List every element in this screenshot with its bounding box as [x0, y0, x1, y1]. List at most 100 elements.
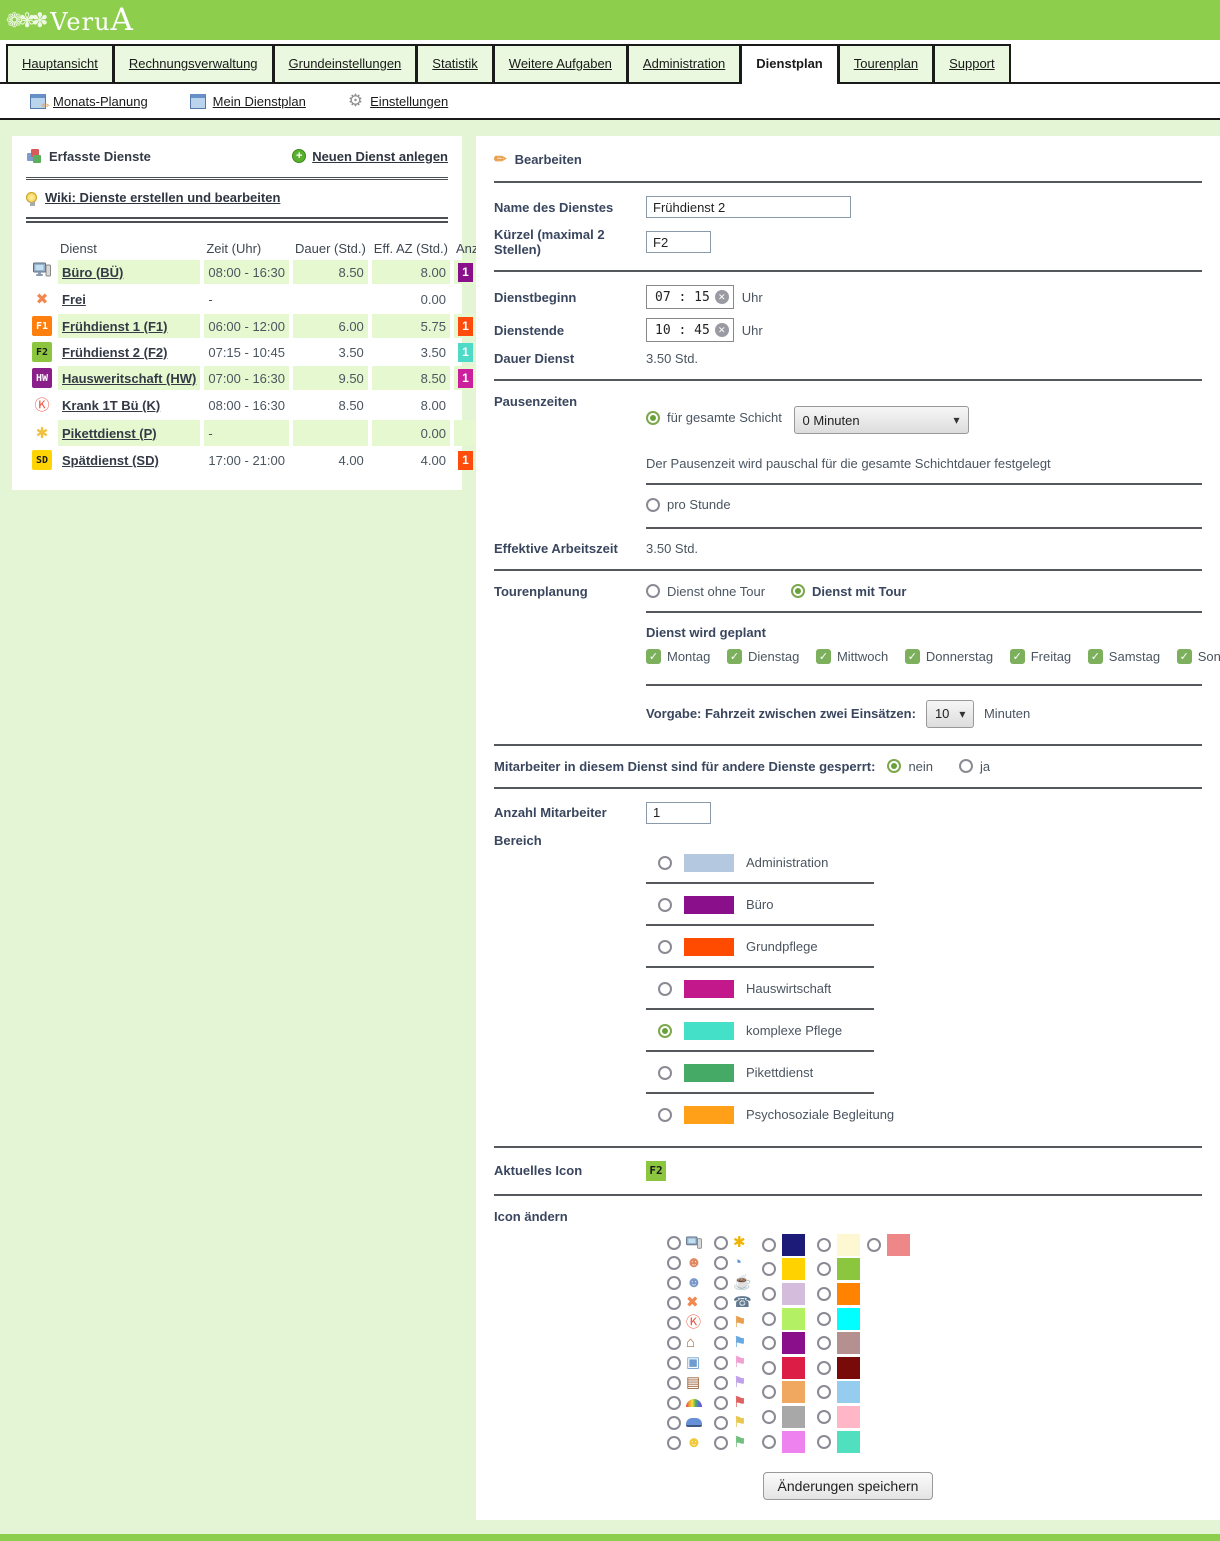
subnav-einstellungen[interactable]: ⚙ Einstellungen: [348, 91, 448, 111]
radio-gesperrt-nein[interactable]: nein: [887, 759, 933, 774]
bereich-option-buero[interactable]: Büro: [658, 892, 1202, 918]
service-link[interactable]: Frühdienst 1 (F1): [62, 319, 167, 334]
icon-option-flag-violet[interactable]: ⚑: [714, 1373, 762, 1393]
checkbox-sonntag[interactable]: ✓Sonntag: [1177, 649, 1220, 664]
checkbox-freitag[interactable]: ✓Freitag: [1010, 649, 1071, 664]
icon-option-flag-blue[interactable]: ⚑: [714, 1333, 762, 1353]
icon-option-flag-orange[interactable]: ⚑: [714, 1313, 762, 1333]
service-link[interactable]: Spätdienst (SD): [62, 453, 159, 468]
tab-dienstplan[interactable]: Dienstplan: [740, 44, 838, 84]
icon-option-monitor[interactable]: [667, 1233, 714, 1253]
icon-option-rainbow[interactable]: [667, 1393, 714, 1413]
color-option[interactable]: [817, 1282, 867, 1307]
color-option[interactable]: [762, 1380, 817, 1405]
radio-dienst-mit-tour[interactable]: Dienst mit Tour: [791, 584, 906, 599]
ende-time-input[interactable]: 10 : 45 ✕: [646, 318, 734, 342]
bereich-option-grundpflege[interactable]: Grundpflege: [658, 934, 1202, 960]
beginn-time-input[interactable]: 07 : 15 ✕: [646, 285, 734, 309]
clear-time-icon[interactable]: ✕: [715, 323, 729, 337]
count-badge: 1: [458, 369, 473, 388]
checkbox-donnerstag[interactable]: ✓Donnerstag: [905, 649, 993, 664]
icon-option-car[interactable]: [667, 1413, 714, 1433]
icon-option-asterisk[interactable]: ✱: [714, 1233, 762, 1253]
icon-option-phone[interactable]: ☎: [714, 1293, 762, 1313]
color-option[interactable]: [867, 1233, 917, 1258]
new-service-link[interactable]: + Neuen Dienst anlegen: [292, 149, 448, 164]
icon-option-person-clock[interactable]: ☻: [667, 1253, 714, 1273]
service-link[interactable]: Frühdienst 2 (F2): [62, 345, 167, 360]
save-button[interactable]: Änderungen speichern: [763, 1472, 934, 1500]
color-option[interactable]: [762, 1355, 817, 1380]
color-option[interactable]: [762, 1306, 817, 1331]
service-link[interactable]: Büro (BÜ): [62, 265, 123, 280]
tab-grundeinstellungen[interactable]: Grundeinstellungen: [273, 44, 418, 82]
radio-dienst-ohne-tour[interactable]: Dienst ohne Tour: [646, 584, 765, 599]
icon-option-x[interactable]: ✖: [667, 1293, 714, 1313]
checkbox-dienstag[interactable]: ✓Dienstag: [727, 649, 799, 664]
divider: [646, 1008, 874, 1010]
color-option[interactable]: [762, 1429, 817, 1454]
bereich-option-hauswirtschaft[interactable]: Hauswirtschaft: [658, 976, 1202, 1002]
color-option[interactable]: [817, 1233, 867, 1258]
service-link[interactable]: Hausweritschaft (HW): [62, 371, 196, 386]
icon-option-flag-yellow[interactable]: ⚑: [714, 1413, 762, 1433]
color-option[interactable]: [762, 1405, 817, 1430]
checkbox-samstag[interactable]: ✓Samstag: [1088, 649, 1160, 664]
icon-option-picture[interactable]: ▣: [667, 1353, 714, 1373]
coffee-icon: ☕: [733, 1275, 752, 1290]
color-swatch: [782, 1283, 805, 1305]
icon-option-alarm-clock[interactable]: ◔: [714, 1253, 762, 1273]
tab-tourenplan[interactable]: Tourenplan: [838, 44, 934, 82]
radio-pro-stunde[interactable]: pro Stunde: [646, 497, 731, 512]
icon-option-coffee[interactable]: ☕: [714, 1273, 762, 1293]
kuerzel-input[interactable]: [646, 231, 711, 253]
color-option[interactable]: [762, 1257, 817, 1282]
bereich-option-pikettdienst[interactable]: Pikettdienst: [658, 1060, 1202, 1086]
icon-option-chest[interactable]: ▤: [667, 1373, 714, 1393]
tab-weitere-aufgaben[interactable]: Weitere Aufgaben: [493, 44, 628, 82]
service-link[interactable]: Frei: [62, 292, 86, 307]
color-option[interactable]: [817, 1429, 867, 1454]
color-option[interactable]: [762, 1331, 817, 1356]
color-option[interactable]: [817, 1306, 867, 1331]
service-link[interactable]: Krank 1T Bü (K): [62, 398, 160, 413]
tab-support[interactable]: Support: [933, 44, 1011, 82]
color-option[interactable]: [817, 1257, 867, 1282]
icon-option-smiley[interactable]: ☻: [667, 1433, 714, 1453]
bereich-option-administration[interactable]: Administration: [658, 850, 1202, 876]
color-option[interactable]: [817, 1331, 867, 1356]
icon-option-flag-pink[interactable]: ⚑: [714, 1353, 762, 1373]
service-link[interactable]: Pikettdienst (P): [62, 426, 157, 441]
color-option[interactable]: [817, 1380, 867, 1405]
checkbox-montag[interactable]: ✓Montag: [646, 649, 710, 664]
color-option[interactable]: [762, 1282, 817, 1307]
icon-option-person-clock-blue[interactable]: ☻: [667, 1273, 714, 1293]
subnav-mein-dienstplan[interactable]: Mein Dienstplan: [190, 94, 306, 109]
tab-statistik[interactable]: Statistik: [416, 44, 494, 82]
tab-hauptansicht[interactable]: Hauptansicht: [6, 44, 114, 82]
tab-rechnungsverwaltung[interactable]: Rechnungsverwaltung: [113, 44, 274, 82]
anzahl-input[interactable]: [646, 802, 711, 824]
radio-gesperrt-ja[interactable]: ja: [959, 759, 990, 774]
checkbox-mittwoch[interactable]: ✓Mittwoch: [816, 649, 888, 664]
icon-option-house[interactable]: ⌂: [667, 1333, 714, 1353]
icon-option-flag-red[interactable]: ⚑: [714, 1393, 762, 1413]
icon-option-krank[interactable]: Ⓚ: [667, 1313, 714, 1333]
radio-gesamte-schicht[interactable]: für gesamte Schicht: [646, 410, 782, 425]
color-option[interactable]: [817, 1355, 867, 1380]
pause-duration-select[interactable]: 0 Minuten ▾: [794, 406, 969, 434]
bereich-option-komplexe-pflege[interactable]: komplexe Pflege: [658, 1018, 1202, 1044]
color-option[interactable]: [817, 1405, 867, 1430]
radio-icon: [762, 1262, 776, 1276]
icon-option-flag-green[interactable]: ⚑: [714, 1433, 762, 1453]
service-name-input[interactable]: [646, 196, 851, 218]
color-option[interactable]: [762, 1233, 817, 1258]
clear-time-icon[interactable]: ✕: [715, 290, 729, 304]
subnav-monats-planung[interactable]: Monats-Planung: [30, 94, 148, 109]
bereich-option-psychosoziale-begleitung[interactable]: Psychosoziale Begleitung: [658, 1102, 1202, 1128]
tab-administration[interactable]: Administration: [627, 44, 741, 82]
person-clock-icon: ☻: [686, 1255, 702, 1270]
wiki-link[interactable]: Wiki: Dienste erstellen und bearbeiten: [26, 190, 448, 205]
color-swatch: [782, 1332, 805, 1354]
fahrzeit-select[interactable]: 10 ▾: [926, 700, 974, 728]
